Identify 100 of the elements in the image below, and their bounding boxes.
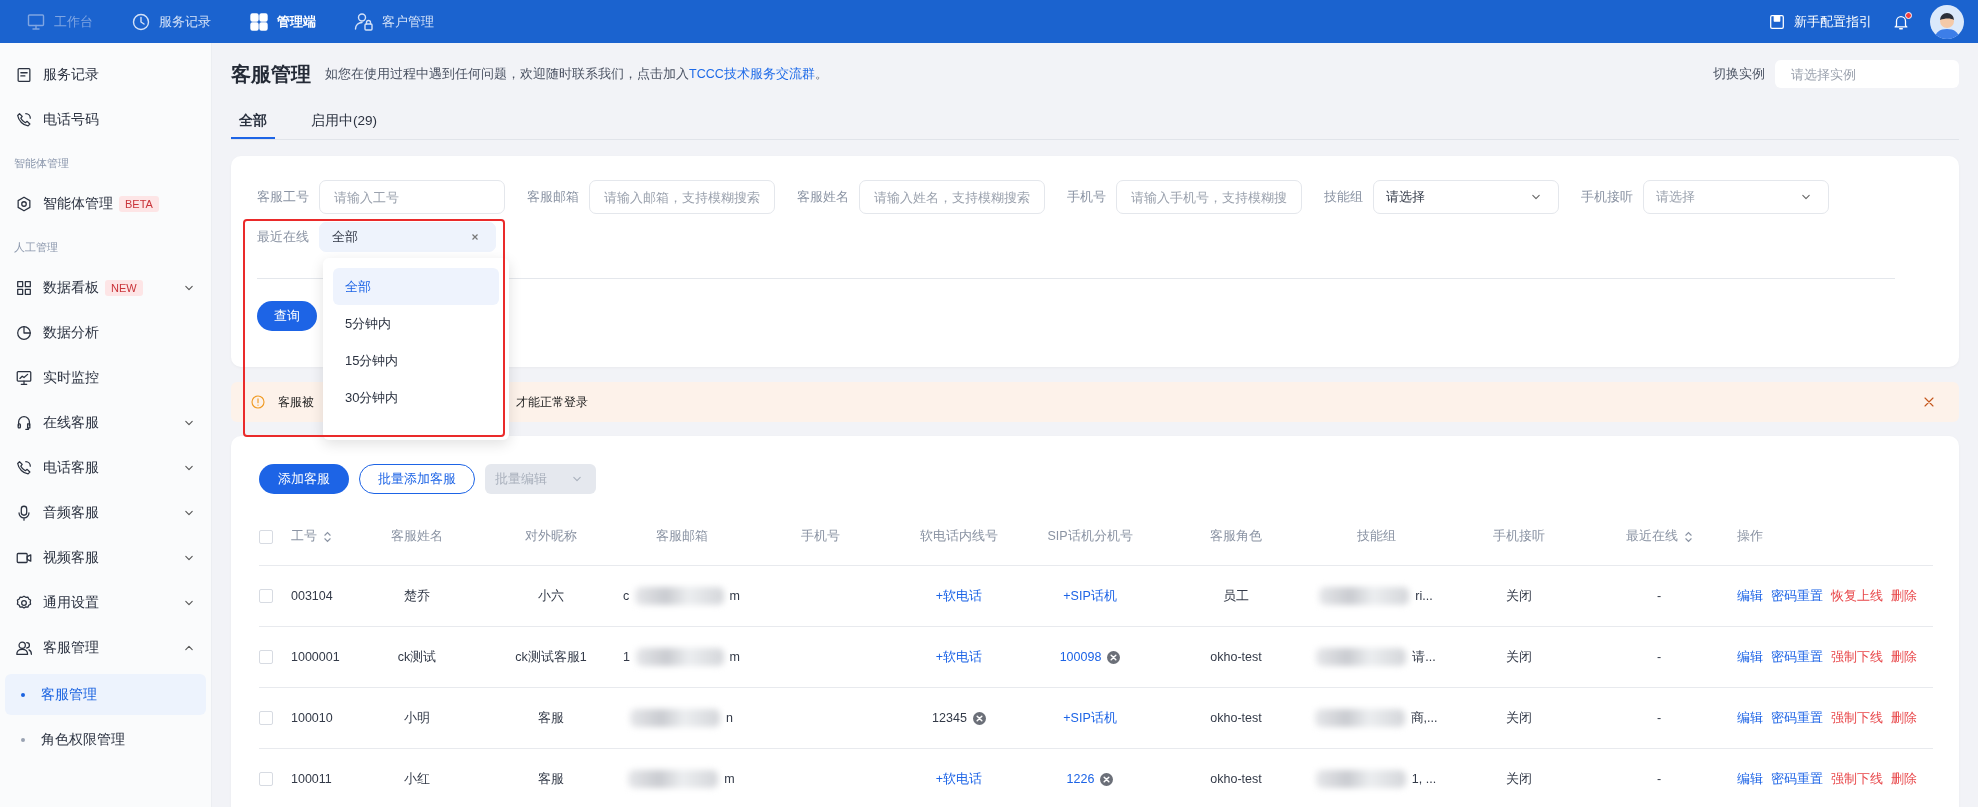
dropdown-option[interactable]: 30分钟内 [333,379,499,416]
column-header: 对外昵称 [525,528,577,545]
table-cell: okho-test [1210,772,1262,786]
action-link[interactable]: 强制下线 [1831,648,1883,666]
table-cell: 关闭 [1506,709,1532,727]
filter-field[interactable]: 请输入姓名，支持模糊搜索 [859,180,1045,214]
tab[interactable]: 启用中(29) [303,112,385,139]
action-link[interactable]: 编辑 [1737,709,1763,727]
action-link[interactable]: 密码重置 [1771,709,1823,727]
email-fragment: c [623,589,630,603]
table-cell: 客服 [538,770,564,788]
checkbox[interactable] [259,589,273,603]
phone-icon [15,458,33,477]
column-header: 技能组 [1356,528,1396,545]
sidebar-item[interactable]: 实时监控 [0,355,211,400]
action-link[interactable]: 密码重置 [1771,770,1823,788]
action-link[interactable]: 恢复上线 [1831,587,1883,605]
action-link[interactable]: 密码重置 [1771,648,1823,666]
sidebar-item[interactable]: 服务记录 [0,52,211,97]
sort-icon[interactable] [323,529,332,544]
pie-chart-icon [15,323,33,342]
add-link[interactable]: +软电话 [935,587,983,605]
action-link[interactable]: 编辑 [1737,770,1763,788]
filter-label: 客服姓名 [797,188,849,206]
nav-tab[interactable]: 服务记录 [131,11,211,32]
user-lock-icon [354,11,374,32]
alert-text: 才能正常登录 [516,394,588,410]
sidebar-item[interactable]: 智能体管理 BETA [0,181,211,226]
filter-select[interactable]: 全部 [319,222,496,252]
email-fragment: m [724,772,735,786]
monitor-icon [26,11,46,32]
add-button[interactable]: 添加客服 [259,464,349,494]
page-title: 客服管理 [231,61,311,87]
email-fragment: n [726,711,733,725]
clear-icon[interactable] [1100,772,1114,786]
add-link[interactable]: +SIP话机 [1063,709,1117,727]
action-link[interactable]: 删除 [1891,770,1917,788]
batch-add-button[interactable]: 批量添加客服 [359,464,475,494]
filter-label: 技能组 [1324,188,1363,206]
action-link[interactable]: 强制下线 [1831,709,1883,727]
sidebar-subitem[interactable]: 角色权限管理 [5,719,206,760]
sidebar-item[interactable]: 电话客服 [0,445,211,490]
filter-label: 手机号 [1067,188,1106,206]
sidebar-badge: NEW [105,279,143,296]
query-button[interactable]: 查询 [257,301,317,331]
sidebar-item[interactable]: 视频客服 [0,535,211,580]
sidebar-item[interactable]: 数据分析 [0,310,211,355]
clear-icon[interactable] [972,711,986,725]
sidebar-item[interactable]: 客服管理 [0,625,211,670]
action-link[interactable]: 强制下线 [1831,770,1883,788]
avatar[interactable] [1930,4,1964,39]
grid-icon [15,278,33,297]
sidebar-item[interactable]: 音频客服 [0,490,211,535]
add-link[interactable]: +软电话 [935,770,983,788]
instance-field[interactable]: 请选择实例 [1775,60,1959,88]
hexagon-icon [15,194,33,213]
action-link[interactable]: 编辑 [1737,648,1763,666]
action-link[interactable]: 删除 [1891,709,1917,727]
table-cell: 小六 [538,587,564,605]
table-cell: 100011 [291,772,332,786]
sidebar-section-label: 智能体管理 [13,156,70,171]
checkbox[interactable] [259,529,273,544]
skill-fragment: 1, ... [1411,772,1437,786]
monitor-icon [15,368,33,387]
nav-tab[interactable]: 管理端 [249,11,316,32]
add-link[interactable]: +软电话 [935,648,983,666]
extension-link[interactable]: 1226 [1066,772,1095,786]
extension-number: 12345 [932,711,967,725]
filter-field[interactable]: 请输入手机号，支持模糊搜 [1116,180,1302,214]
checkbox[interactable] [259,650,273,664]
sort-icon[interactable] [1683,529,1693,544]
sidebar-badge: BETA [119,195,159,212]
sidebar-subitem[interactable]: 客服管理 [5,674,206,715]
action-link[interactable]: 编辑 [1737,587,1763,605]
action-link[interactable]: 删除 [1891,648,1917,666]
filter-field[interactable]: 请输入工号 [319,180,505,214]
column-header: 客服姓名 [391,528,443,545]
column-header: 手机号 [800,528,840,545]
sidebar-item[interactable]: 数据看板 NEW [0,265,211,310]
action-link[interactable]: 密码重置 [1771,587,1823,605]
tab[interactable]: 全部 [231,112,275,139]
group-link[interactable]: TCCC技术服务交流群 [689,66,815,81]
sidebar-item[interactable]: 在线客服 [0,400,211,445]
dropdown-option[interactable]: 5分钟内 [333,305,499,342]
column-header: 手机接听 [1493,528,1545,545]
extension-link[interactable]: 100098 [1059,650,1102,664]
dropdown-option[interactable]: 全部 [333,268,499,305]
add-link[interactable]: +SIP话机 [1063,587,1117,605]
dropdown-option[interactable]: 15分钟内 [333,342,499,379]
sidebar-item[interactable]: 电话号码 [0,97,211,142]
sidebar-item[interactable]: 通用设置 [0,580,211,625]
clear-icon[interactable] [1107,650,1121,664]
checkbox[interactable] [259,711,273,725]
guide-link[interactable]: 新手配置指引 [1768,12,1872,31]
nav-tab[interactable]: 客户管理 [354,11,434,32]
filter-select[interactable]: 请选择 [1373,180,1559,214]
action-link[interactable]: 删除 [1891,587,1917,605]
filter-field[interactable]: 请输入邮箱，支持模糊搜索 [589,180,775,214]
checkbox[interactable] [259,772,273,786]
email-fragment: m [729,650,740,664]
